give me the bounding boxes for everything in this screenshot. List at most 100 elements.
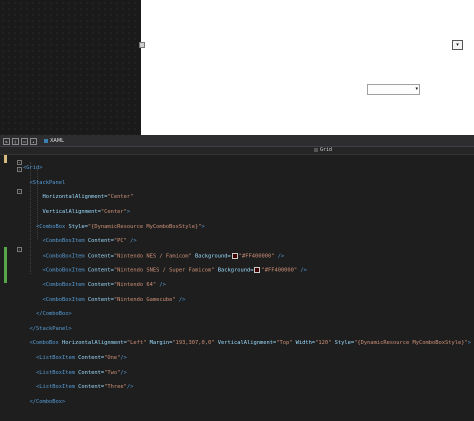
xml-value: "193,307,0,0" — [172, 340, 215, 347]
xml-attr: Content= — [84, 253, 114, 260]
code-line: <ListBoxItem Content="One"/> — [23, 355, 471, 362]
xml-attr: Style= — [331, 340, 355, 347]
xml-tag: <ComboBoxItem — [42, 296, 85, 303]
code-line: </ComboBox> — [23, 311, 471, 318]
collapse-toggle[interactable]: - — [17, 167, 22, 172]
xml-punct: /> — [126, 238, 137, 245]
xml-tag: <ListBoxItem — [35, 384, 75, 391]
xml-attr: Background= — [191, 253, 231, 260]
xml-value: "Nintendo NES / Famicom" — [113, 253, 192, 260]
dot-grid — [0, 0, 140, 135]
xml-value: "Two" — [104, 369, 121, 376]
collapse-toggle[interactable]: - — [17, 247, 22, 252]
code-line: HorizontalAlignment="Center" — [23, 194, 471, 201]
line-margin — [0, 155, 15, 283]
xaml-icon — [44, 138, 48, 143]
xml-tag: </ComboBox> — [35, 311, 72, 318]
collapse-toggle[interactable]: - — [17, 189, 22, 194]
xml-value: "{DynamicResource MyComboBoxStyle}" — [87, 223, 202, 230]
design-artboard[interactable]: ▾ ▾ — [141, 0, 474, 135]
xml-tag: <ComboBoxItem — [42, 253, 85, 260]
breadcrumb[interactable]: Grid — [314, 147, 332, 154]
chevron-down-icon: ▾ — [415, 86, 418, 92]
xml-punct: /> — [120, 355, 127, 362]
color-swatch[interactable] — [254, 267, 261, 274]
collapse-toggle[interactable]: - — [17, 160, 22, 165]
xml-attr: Margin= — [146, 340, 173, 347]
xml-attr: Content= — [74, 384, 105, 391]
xml-attr: Width= — [292, 340, 316, 347]
xml-tag: <ListBoxItem — [35, 355, 75, 362]
code-line: </StackPanel> — [23, 326, 471, 333]
code-line: <ListBoxItem Content="Two"/> — [23, 370, 471, 377]
xml-value: "Nintendo SNES / Super Famicom" — [113, 267, 215, 274]
breadcrumb-bar: Grid — [0, 147, 474, 155]
xml-value: "PC" — [113, 238, 127, 245]
outline-column — [16, 155, 22, 283]
xml-value: "Center" — [100, 209, 127, 216]
xml-value: "#FF400000" — [261, 267, 298, 274]
xml-tag: <ComboBoxItem — [42, 238, 85, 245]
vertical-split-icon[interactable]: ▯ — [12, 138, 19, 145]
tab-xaml[interactable]: XAML — [44, 137, 64, 146]
collapse-pane-icon[interactable]: ▴ — [30, 138, 37, 145]
xml-punct: /> — [297, 267, 307, 274]
xml-tag: </ComboBox> — [29, 398, 66, 405]
designer-surface[interactable]: ▾ ▾ — [0, 0, 474, 135]
code-line: <ComboBoxItem Content="PC" /> — [23, 238, 471, 245]
code-text[interactable]: <Grid> <StackPanel HorizontalAlignment="… — [23, 158, 471, 421]
xml-punct: > — [467, 340, 471, 347]
xml-attr: Content= — [84, 267, 114, 274]
combobox-preview-small[interactable]: ▾ — [452, 40, 463, 50]
xml-tag: </StackPanel> — [29, 325, 72, 332]
xml-tag: <ListBoxItem — [35, 369, 75, 376]
resize-handle[interactable] — [139, 42, 145, 48]
horizontal-split-icon[interactable]: ▭ — [21, 138, 28, 145]
xml-value: "Center" — [107, 194, 134, 201]
swap-panes-icon[interactable]: ⇅ — [3, 138, 10, 145]
code-line: <ComboBox Style="{DynamicResource MyComb… — [23, 224, 471, 231]
xml-attr: HorizontalAlignment= — [42, 194, 108, 201]
xml-attr: Background= — [214, 267, 254, 274]
xml-tag: <ComboBox — [29, 340, 59, 347]
xml-attr: Content= — [74, 355, 105, 362]
xml-punct: /> — [274, 253, 285, 260]
xml-attr: Content= — [84, 296, 114, 303]
xml-value: "#FF400000" — [238, 253, 275, 260]
xml-attr: VerticalAlignment= — [42, 209, 101, 216]
xml-value: "Top" — [276, 340, 293, 347]
xml-value: "Left" — [126, 340, 147, 347]
code-line: VerticalAlignment="Center"> — [23, 209, 471, 216]
pane-toolbar: ⇅ ▯ ▭ ▴ XAML — [0, 137, 474, 147]
xaml-code-editor[interactable]: - - - - <Grid> <StackPanel HorizontalAli… — [0, 155, 474, 405]
xml-tag: <StackPanel — [29, 179, 66, 186]
tab-xaml-label: XAML — [50, 138, 64, 144]
combobox-preview-wide[interactable]: ▾ — [367, 84, 420, 95]
xml-value: "120" — [315, 340, 332, 347]
xml-tag: <Grid> — [23, 165, 43, 172]
code-line: <ComboBoxItem Content="Nintendo NES / Fa… — [23, 252, 471, 260]
code-line: <Grid> — [23, 165, 471, 172]
color-swatch[interactable] — [231, 252, 238, 259]
xml-value: "{DynamicResource MyComboBoxStyle}" — [354, 340, 468, 347]
breadcrumb-label: Grid — [320, 147, 333, 153]
code-line: <ComboBoxItem Content="Nintendo SNES / S… — [23, 267, 471, 274]
chevron-down-icon: ▾ — [456, 42, 459, 48]
xml-value: "One" — [104, 355, 121, 362]
xml-attr: VerticalAlignment= — [214, 340, 277, 347]
xml-punct: > — [201, 223, 205, 230]
xml-punct: /> — [175, 296, 186, 303]
code-line: </ComboBox> — [23, 399, 471, 406]
xml-attr: Content= — [74, 369, 105, 376]
designer-gutter — [0, 0, 140, 135]
code-line: <ComboBoxItem Content="Nintendo 64" /> — [23, 282, 471, 289]
xml-punct: > — [126, 209, 131, 216]
xml-punct: /> — [120, 369, 127, 376]
code-line: <ListBoxItem Content="Three"/> — [23, 384, 471, 391]
xml-attr: HorizontalAlignment= — [58, 340, 127, 347]
code-line: <StackPanel — [23, 180, 471, 187]
grid-icon — [314, 147, 318, 152]
xml-attr: Content= — [84, 238, 114, 245]
change-indicator — [4, 155, 7, 163]
change-indicator — [4, 247, 7, 283]
